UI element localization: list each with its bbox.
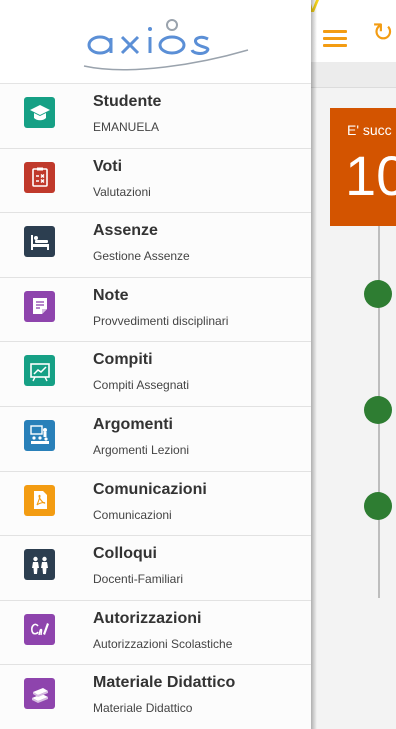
- axios-logo: [83, 19, 249, 71]
- menu-item-subtitle: Docenti-Familiari: [93, 572, 184, 587]
- menu-item-title: Materiale Didattico: [93, 674, 236, 692]
- menu-item-title: Argomenti: [93, 415, 173, 433]
- clipboard-marks-icon: [24, 161, 55, 193]
- main-subbar: [311, 62, 396, 88]
- drawer-menu: Studente EMANUELA Voti Valutazioni Assen…: [0, 84, 311, 729]
- menu-item-note[interactable]: Note Provvedimenti disciplinari: [0, 277, 311, 343]
- drawer-header: [0, 0, 311, 84]
- bed-icon: [24, 226, 55, 258]
- timeline-dot[interactable]: [364, 396, 392, 424]
- graduation-cap-icon: [24, 97, 55, 128]
- menu-item-title: Compiti: [93, 351, 153, 369]
- menu-item-subtitle: Argomenti Lezioni: [93, 442, 190, 457]
- books-icon: [24, 678, 55, 710]
- navigation-drawer: Studente EMANUELA Voti Valutazioni Assen…: [0, 0, 311, 729]
- menu-item-title: Voti: [93, 157, 123, 175]
- notification-card[interactable]: E' succ 10: [330, 108, 396, 226]
- menu-item-subtitle: EMANUELA: [93, 120, 160, 134]
- menu-item-colloqui[interactable]: Colloqui Docenti-Familiari: [0, 536, 311, 601]
- menu-item-subtitle: Valutazioni: [93, 184, 151, 199]
- menu-item-title: Studente: [93, 93, 162, 110]
- notification-text: E' succ: [347, 122, 392, 138]
- menu-item-subtitle: Provvedimenti disciplinari: [93, 313, 229, 328]
- timeline-dot[interactable]: [364, 280, 392, 308]
- menu-item-title: Comunicazioni: [93, 480, 207, 498]
- people-icon: [24, 549, 55, 581]
- notification-number: 10: [345, 144, 396, 207]
- menu-item-subtitle: Comunicazioni: [93, 507, 172, 522]
- menu-item-title: Colloqui: [93, 545, 157, 563]
- menu-item-comunicazioni[interactable]: Comunicazioni Comunicazioni: [0, 471, 311, 537]
- timeline-dot[interactable]: [364, 492, 392, 520]
- menu-item-compiti[interactable]: Compiti Compiti Assegnati: [0, 342, 311, 407]
- refresh-icon[interactable]: ↻: [372, 20, 394, 46]
- drawer-shadow: [311, 0, 317, 729]
- menu-item-argomenti[interactable]: Argomenti Argomenti Lezioni: [0, 406, 311, 472]
- menu-item-title: Assenze: [93, 222, 158, 240]
- menu-item-subtitle: Materiale Didattico: [93, 701, 193, 716]
- note-icon: [24, 290, 55, 322]
- signature-icon: [24, 613, 55, 645]
- pdf-document-icon: [24, 484, 55, 516]
- menu-item-subtitle: Gestione Assenze: [93, 249, 190, 264]
- menu-item-title: Note: [93, 286, 129, 304]
- menu-item-voti[interactable]: Voti Valutazioni: [0, 148, 311, 214]
- menu-item-title: Autorizzazioni: [93, 609, 202, 627]
- menu-item-materiale-didattico[interactable]: Materiale Didattico Materiale Didattico: [0, 665, 311, 729]
- blackboard-chart-icon: [24, 355, 55, 387]
- menu-item-subtitle: Autorizzazioni Scolastiche: [93, 636, 233, 651]
- menu-item-studente[interactable]: Studente EMANUELA: [0, 84, 311, 149]
- menu-item-autorizzazioni[interactable]: Autorizzazioni Autorizzazioni Scolastich…: [0, 600, 311, 666]
- menu-item-assenze[interactable]: Assenze Gestione Assenze: [0, 213, 311, 278]
- classroom-icon: [24, 419, 55, 451]
- hamburger-menu-icon[interactable]: [323, 30, 347, 47]
- menu-item-subtitle: Compiti Assegnati: [93, 378, 190, 393]
